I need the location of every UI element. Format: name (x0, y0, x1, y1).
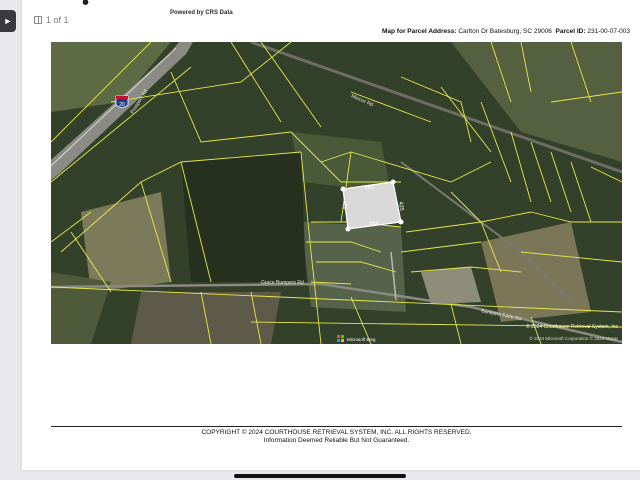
dimension-bottom: 556 (369, 221, 378, 227)
map-title-address: Carlton Dr Batesburg, SC 29006 (458, 28, 552, 35)
document-page: • Powered by CRS Data Map for Parcel Add… (22, 0, 640, 470)
parcel-map[interactable]: 20 Prospect Rd Mercer Rd Grace Bumpers R… (51, 42, 622, 344)
map-attribution-crs: © 2024 Courthouse Retrieval System, Inc (526, 323, 619, 330)
interstate-label: 20 (119, 102, 125, 108)
page-indicator-text: 1 of 1 (46, 15, 69, 25)
powered-by-text: Powered by CRS Data (170, 10, 233, 16)
aerial-map-svg: 20 Prospect Rd Mercer Rd Grace Bumpers R… (51, 42, 622, 344)
map-attribution-microsoft: © 2024 Microsoft Corporation © 2024 Maxa… (530, 335, 619, 341)
footer-divider (51, 426, 622, 427)
road-label-grace-bumpers: Grace Bumpers Rd (261, 280, 304, 286)
sidebar-toggle-button[interactable]: ► (0, 10, 16, 32)
document-footer: COPYRIGHT © 2024 COURTHOUSE RETRIEVAL SY… (51, 429, 622, 445)
dimension-top: 580 (364, 185, 373, 191)
parcel-id-label: Parcel ID: (555, 28, 586, 35)
footer-disclaimer: Information Deemed Reliable But Not Guar… (263, 437, 410, 444)
map-title: Map for Parcel Address: Carlton Dr Bates… (382, 28, 630, 35)
map-title-label: Map for Parcel Address: (382, 28, 457, 35)
pdf-viewer: ► • Powered by CRS Data Map for Parcel A… (0, 0, 640, 480)
home-indicator-bar[interactable] (234, 474, 406, 478)
bing-label: Microsoft Bing (347, 337, 376, 342)
page-thumbnail-icon (34, 16, 42, 24)
brand-logo: • (82, 0, 91, 14)
play-icon: ► (3, 16, 13, 26)
footer-copyright: COPYRIGHT © 2024 COURTHOUSE RETRIEVAL SY… (201, 429, 472, 436)
parcel-id-value: 231-00-07-003 (587, 28, 631, 35)
page-indicator: 1 of 1 (34, 15, 69, 25)
